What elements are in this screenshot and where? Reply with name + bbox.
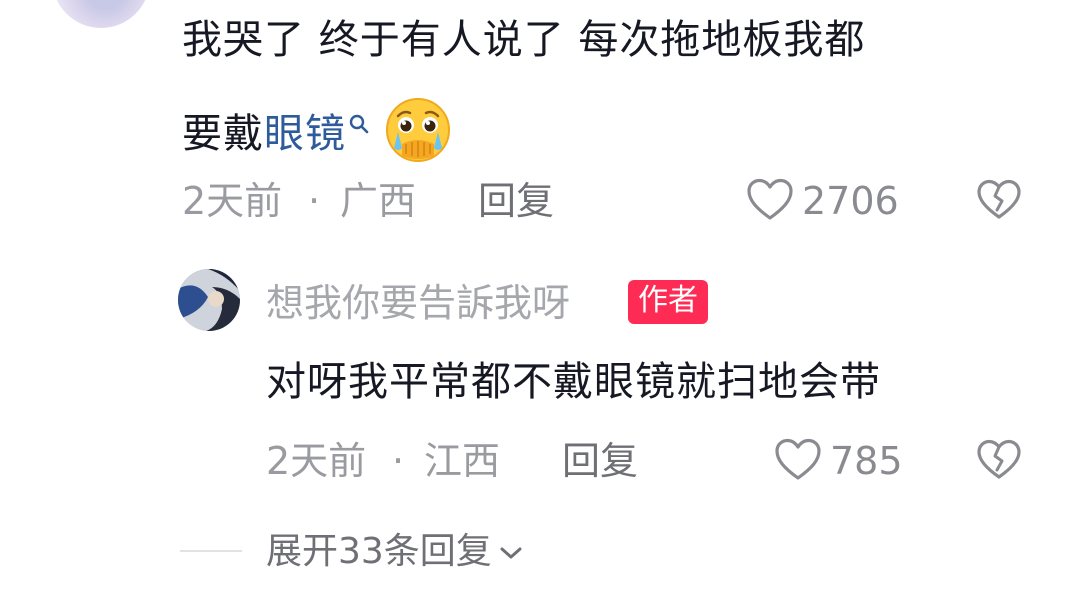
reply-location: 江西 <box>424 439 501 483</box>
broken-heart-icon[interactable] <box>976 179 1022 225</box>
meta-separator: · <box>392 439 405 483</box>
reply-time: 2天前 <box>266 439 367 483</box>
comment-time: 2天前 <box>182 179 283 223</box>
heart-outline-icon[interactable] <box>774 438 822 486</box>
reply-avatar[interactable] <box>178 269 240 331</box>
divider <box>180 550 242 552</box>
comment-text-line1: 我哭了 终于有人说了 每次拖地板我都 <box>182 17 866 63</box>
keyword-search-link[interactable]: 眼镜 <box>264 114 346 154</box>
reply-text: 对呀我平常都不戴眼镜就扫地会带 <box>266 359 881 405</box>
reply-username[interactable]: 想我你要告訴我呀 <box>266 284 570 322</box>
comment-text-prefix: 要戴 <box>182 110 264 157</box>
chevron-down-icon <box>498 534 524 570</box>
comment-text-line2: 要戴 眼镜 <box>182 96 452 171</box>
like-count: 785 <box>830 439 903 483</box>
expand-replies-button[interactable]: 展开33条回复 <box>266 534 524 570</box>
expand-replies-label: 展开33条回复 <box>266 531 492 572</box>
broken-heart-icon[interactable] <box>976 439 1022 485</box>
like-count: 2706 <box>802 179 899 223</box>
crying-emoji-icon <box>384 96 452 171</box>
reply-button[interactable]: 回复 <box>562 442 638 480</box>
heart-outline-icon[interactable] <box>746 178 794 226</box>
search-icon[interactable] <box>348 102 370 142</box>
commenter-avatar[interactable] <box>52 0 150 28</box>
comment-location: 广西 <box>340 179 417 223</box>
reply-button[interactable]: 回复 <box>478 182 554 220</box>
meta-separator: · <box>308 179 321 223</box>
author-badge: 作者 <box>628 280 708 324</box>
